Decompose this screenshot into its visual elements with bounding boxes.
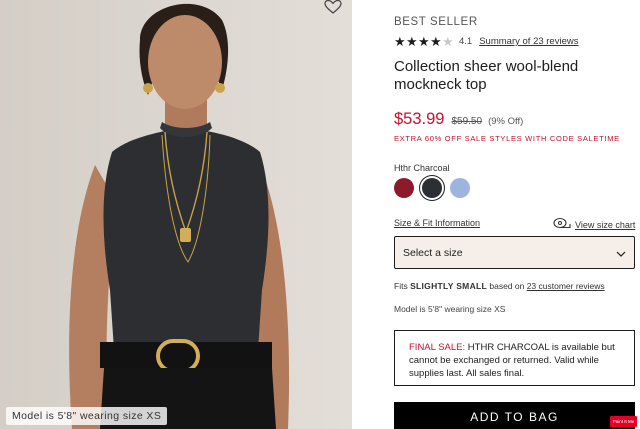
tape-measure-icon: [553, 216, 571, 234]
sale-price: $53.99: [394, 110, 445, 128]
star-icon: ★: [430, 34, 442, 49]
original-price: $59.50: [451, 116, 483, 127]
fit-prefix: Fits: [394, 281, 411, 291]
color-swatch-red[interactable]: [394, 178, 414, 198]
size-fit-info-link[interactable]: Size & Fit Information: [394, 218, 480, 228]
promo-message: EXTRA 60% OFF SALE STYLES WITH CODE SALE…: [394, 134, 620, 143]
rating-row: ★ ★ ★ ★ ★ 4.1 Summary of 23 reviews: [394, 35, 578, 48]
pin-it-badge[interactable]: Paint It Me: [610, 416, 637, 427]
model-illustration: [0, 0, 352, 429]
chevron-down-icon: [616, 244, 626, 262]
rating-value: 4.1: [459, 36, 473, 47]
rating-stars: ★ ★ ★ ★ ★: [394, 35, 454, 48]
model-size-tag: Model is 5'8" wearing size XS: [6, 407, 168, 425]
final-sale-notice: FINAL SALE: HTHR CHARCOAL is available b…: [394, 330, 635, 386]
fit-emphasis: SLIGHTLY SMALL: [410, 281, 487, 291]
price-row: $53.99 $59.50 (9% Off): [394, 110, 523, 129]
size-select-dropdown[interactable]: Select a size: [394, 236, 635, 269]
discount-percent: (9% Off): [488, 116, 524, 127]
star-icon: ★: [394, 34, 406, 49]
final-sale-label: FINAL SALE:: [409, 342, 466, 353]
star-icon: ★: [406, 34, 418, 49]
selected-color-label: Hthr Charcoal: [394, 163, 450, 173]
fit-middle: based on: [487, 281, 527, 291]
star-icon: ★: [418, 34, 430, 49]
view-size-chart-link[interactable]: View size chart: [553, 216, 635, 234]
color-swatch-light-blue[interactable]: [450, 178, 470, 198]
best-seller-badge: BEST SELLER: [394, 16, 478, 28]
size-select-label: Select a size: [403, 246, 463, 259]
model-info: Model is 5'8" wearing size XS: [394, 304, 506, 314]
customer-reviews-link[interactable]: 23 customer reviews: [527, 281, 605, 291]
product-title: Collection sheer wool-blend mockneck top: [394, 58, 579, 93]
fit-summary: Fits SLIGHTLY SMALL based on 23 customer…: [394, 281, 605, 291]
size-chart-label: View size chart: [575, 220, 636, 230]
color-swatches: [394, 178, 470, 198]
color-swatch-charcoal[interactable]: [422, 178, 442, 198]
favorite-heart-icon[interactable]: [323, 0, 343, 14]
star-empty-icon: ★: [442, 34, 454, 49]
reviews-summary-link[interactable]: Summary of 23 reviews: [479, 36, 578, 47]
add-to-bag-button[interactable]: ADD TO BAG: [394, 402, 635, 429]
product-photo: Model is 5'8" wearing size XS: [0, 0, 352, 429]
